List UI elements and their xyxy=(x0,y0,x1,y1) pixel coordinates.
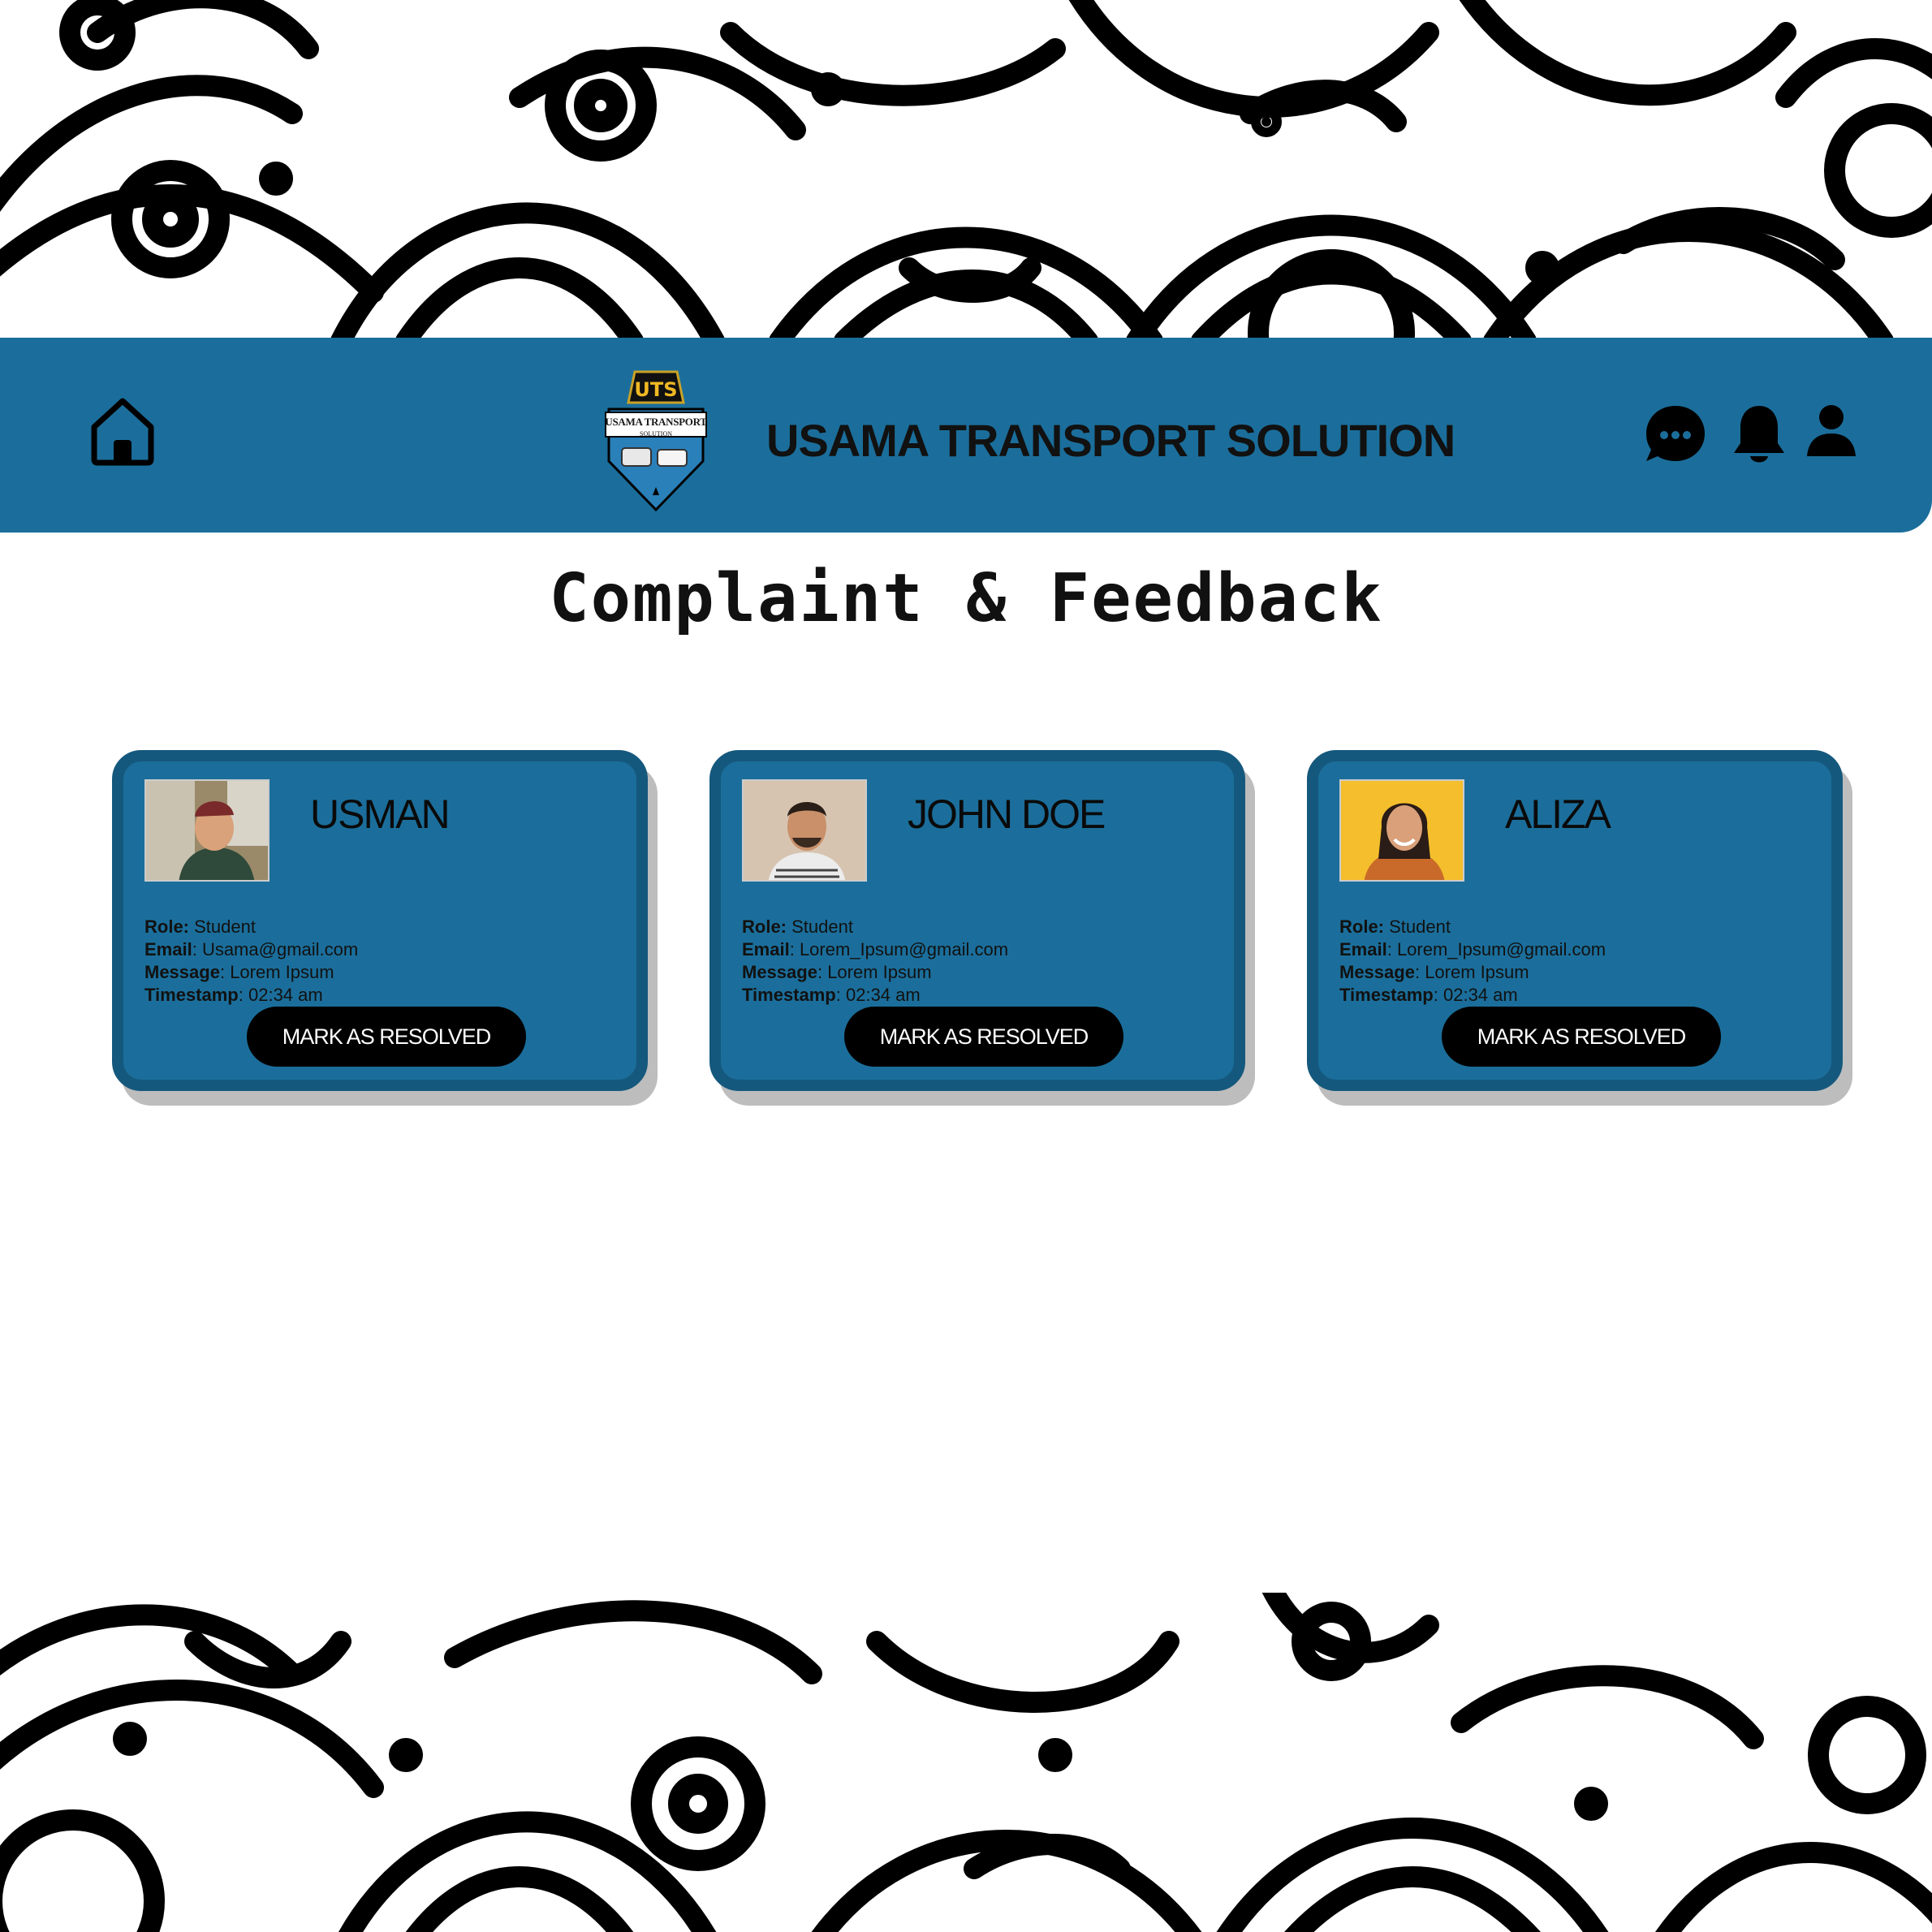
email-row: Email: Usama@gmail.com xyxy=(144,939,359,960)
timestamp-label: Timestamp xyxy=(1339,985,1434,1005)
email-value: Lorem_Ipsum@gmail.com xyxy=(799,939,1009,960)
complaint-card: ALIZA Role: Student Email: Lorem_Ipsum@g… xyxy=(1307,750,1843,1091)
message-label: Message xyxy=(742,962,817,982)
message-row: Message: Lorem Ipsum xyxy=(144,962,334,982)
email-row: Email: Lorem_Ipsum@gmail.com xyxy=(1339,939,1606,960)
complaint-card: JOHN DOE Role: Student Email: Lorem_Ipsu… xyxy=(709,750,1245,1091)
role-row: Role: Student xyxy=(1339,916,1606,938)
logo-letters: UTS xyxy=(634,378,677,401)
chat-icon[interactable] xyxy=(1643,403,1708,468)
role-value: Student xyxy=(1389,916,1451,937)
complaint-card: USMAN Role: Student Email: Usama@gmail.c… xyxy=(112,750,648,1091)
message-row: Message: Lorem Ipsum xyxy=(1339,962,1529,982)
avatar xyxy=(144,779,270,882)
message-value: Lorem Ipsum xyxy=(1425,962,1529,982)
email-row: Email: Lorem_Ipsum@gmail.com xyxy=(742,939,1009,960)
complainant-name: ALIZA xyxy=(1505,791,1611,837)
swirl-pattern-bottom xyxy=(0,1593,1932,1932)
brand-title: USAMA TRANSPORT SOLUTION xyxy=(766,415,1455,466)
logo-subtext: SOLUTION xyxy=(640,430,672,438)
logo-text: USAMA TRANSPORT xyxy=(605,416,707,428)
message-value: Lorem Ipsum xyxy=(827,962,932,982)
timestamp-row: Timestamp: 02:34 am xyxy=(742,985,921,1005)
message-row: Message: Lorem Ipsum xyxy=(742,962,932,982)
role-row: Role: Student xyxy=(144,916,358,938)
timestamp-row: Timestamp: 02:34 am xyxy=(144,985,323,1005)
home-icon[interactable] xyxy=(88,395,157,468)
page-title: Complaint & Feedback xyxy=(549,560,1383,637)
timestamp-row: Timestamp: 02:34 am xyxy=(1339,985,1518,1005)
timestamp-value: 02:34 am xyxy=(845,985,921,1005)
role-row: Role: Student xyxy=(742,916,1008,938)
avatar xyxy=(1339,779,1464,882)
message-value: Lorem Ipsum xyxy=(230,962,334,982)
role-value: Student xyxy=(194,916,256,937)
complainant-name: JOHN DOE xyxy=(908,791,1106,837)
avatar xyxy=(742,779,867,882)
complaint-details: Role: Student Email: Lorem_Ipsum@gmail.c… xyxy=(1339,916,1606,1007)
bell-icon[interactable] xyxy=(1731,403,1788,468)
email-label: Email xyxy=(144,939,192,960)
role-label: Role: xyxy=(742,916,787,937)
email-value: Usama@gmail.com xyxy=(201,939,359,960)
mark-as-resolved-button[interactable]: MARK AS RESOLVED xyxy=(1442,1007,1721,1067)
timestamp-label: Timestamp xyxy=(742,985,836,1005)
timestamp-value: 02:34 am xyxy=(248,985,323,1005)
swirl-pattern-top xyxy=(0,0,1932,338)
email-label: Email xyxy=(1339,939,1387,960)
timestamp-value: 02:34 am xyxy=(1443,985,1518,1005)
company-logo: UTS xyxy=(605,370,707,512)
timestamp-label: Timestamp xyxy=(144,985,239,1005)
complaint-details: Role: Student Email: Usama@gmail.com Mes… xyxy=(144,916,358,1007)
role-value: Student xyxy=(791,916,853,937)
role-label: Role: xyxy=(144,916,189,937)
email-value: Lorem_Ipsum@gmail.com xyxy=(1396,939,1606,960)
mark-as-resolved-button[interactable]: MARK AS RESOLVED xyxy=(247,1007,526,1067)
complainant-name: USMAN xyxy=(310,791,451,837)
email-label: Email xyxy=(742,939,790,960)
mark-as-resolved-button[interactable]: MARK AS RESOLVED xyxy=(844,1007,1123,1067)
user-icon[interactable] xyxy=(1805,403,1857,459)
role-label: Role: xyxy=(1339,916,1384,937)
complaint-details: Role: Student Email: Lorem_Ipsum@gmail.c… xyxy=(742,916,1008,1007)
message-label: Message xyxy=(1339,962,1415,982)
message-label: Message xyxy=(144,962,220,982)
